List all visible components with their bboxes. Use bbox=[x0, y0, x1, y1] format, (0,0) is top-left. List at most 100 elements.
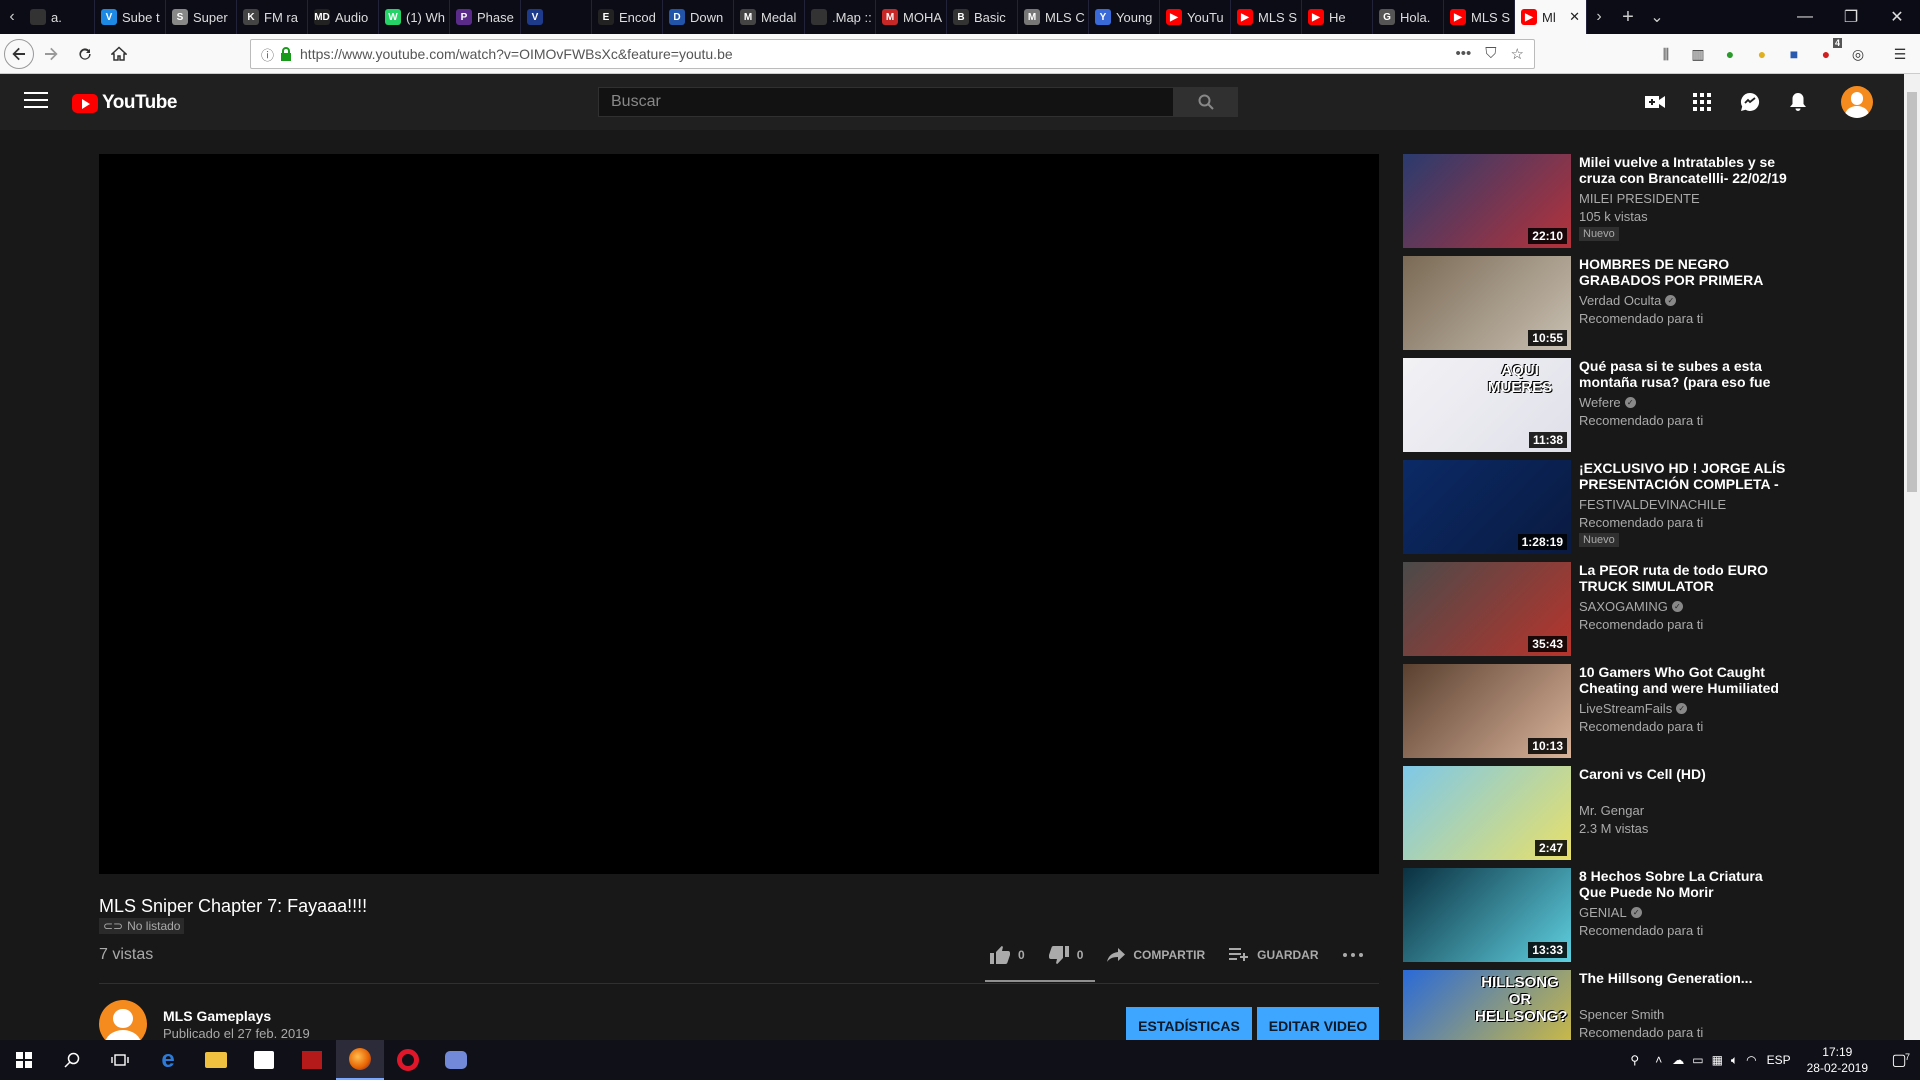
tray-chevron-icon[interactable]: ˄ bbox=[1655, 1053, 1662, 1067]
sidebar-icon[interactable]: ▥ bbox=[1688, 44, 1708, 64]
browser-tab[interactable]: MD Audio bbox=[308, 0, 379, 34]
people-icon[interactable]: ⚲ bbox=[1630, 1053, 1639, 1067]
menu-icon[interactable]: ☰ bbox=[1890, 44, 1910, 64]
restore-button[interactable]: ❐ bbox=[1828, 0, 1874, 34]
bookmark-star-icon[interactable]: ☆ bbox=[1511, 45, 1524, 63]
browser-tab[interactable]: M MLS C bbox=[1018, 0, 1089, 34]
close-window-button[interactable]: ✕ bbox=[1874, 0, 1920, 34]
recommended-video[interactable]: 13:33 8 Hechos Sobre La Criatura Que Pued… bbox=[1403, 868, 1883, 962]
recommended-channel[interactable]: Mr. Gengar bbox=[1579, 803, 1644, 818]
start-button[interactable] bbox=[0, 1040, 48, 1080]
recommended-title[interactable]: Qué pasa si te subes a esta montaña rusa… bbox=[1579, 358, 1789, 390]
library-icon[interactable]: ⫼ bbox=[1656, 44, 1676, 64]
youtube-logo[interactable]: YouTube bbox=[72, 92, 177, 114]
page-actions-icon[interactable]: ••• bbox=[1456, 45, 1472, 63]
back-button[interactable] bbox=[4, 38, 34, 69]
reload-button[interactable] bbox=[68, 37, 102, 71]
recommended-video[interactable]: 10:13 10 Gamers Who Got Caught Cheating a… bbox=[1403, 664, 1883, 758]
recommended-channel[interactable]: Spencer Smith bbox=[1579, 1007, 1664, 1022]
browser-tab[interactable]: .Map :: Mu bbox=[805, 0, 876, 34]
browser-tab[interactable]: V Sube t bbox=[95, 0, 166, 34]
video-thumbnail[interactable]: 10:55 bbox=[1403, 256, 1571, 350]
recommended-title[interactable]: HOMBRES DE NEGRO GRABADOS POR PRIMERA VE… bbox=[1579, 256, 1789, 290]
recommended-title[interactable]: Caroni vs Cell (HD) bbox=[1579, 766, 1789, 782]
apps-grid-icon[interactable] bbox=[1690, 90, 1714, 114]
firefox-app-button[interactable] bbox=[336, 1040, 384, 1080]
battery-icon[interactable]: ▭ bbox=[1692, 1053, 1703, 1067]
video-thumbnail[interactable]: 2:47 bbox=[1403, 766, 1571, 860]
taskbar-search-button[interactable] bbox=[48, 1040, 96, 1080]
browser-tab[interactable]: B Basic bbox=[947, 0, 1018, 34]
recommended-title[interactable]: 8 Hechos Sobre La Criatura Que Puede No … bbox=[1579, 868, 1789, 900]
video-thumbnail[interactable]: 10:13 bbox=[1403, 664, 1571, 758]
network-icon[interactable]: ▦ bbox=[1712, 1053, 1723, 1067]
browser-tab[interactable]: K FM ra bbox=[237, 0, 308, 34]
recommended-title[interactable]: 10 Gamers Who Got Caught Cheating and we… bbox=[1579, 664, 1789, 696]
action-center-button[interactable]: ▢ 7 bbox=[1878, 1040, 1920, 1080]
file-explorer-button[interactable] bbox=[192, 1040, 240, 1080]
browser-tab[interactable]: ▶ MLS S bbox=[1231, 0, 1302, 34]
recommended-channel[interactable]: Verdad Oculta ✓ bbox=[1579, 293, 1677, 308]
recommended-video[interactable]: 35:43 La PEOR ruta de todo EURO TRUCK SIM… bbox=[1403, 562, 1883, 656]
extension-blue-icon[interactable]: ■ bbox=[1784, 44, 1804, 64]
tabs-scroll-right-button[interactable]: › bbox=[1587, 0, 1611, 34]
edge-app-button[interactable]: e bbox=[144, 1040, 192, 1080]
video-thumbnail[interactable]: 1:28:19 bbox=[1403, 460, 1571, 554]
browser-tab[interactable]: G Hola. bbox=[1373, 0, 1444, 34]
close-tab-icon[interactable]: ✕ bbox=[1569, 9, 1580, 25]
recommended-channel[interactable]: LiveStreamFails ✓ bbox=[1579, 701, 1688, 716]
red-app-button[interactable] bbox=[288, 1040, 336, 1080]
recommended-title[interactable]: ¡EXCLUSIVO HD ! JORGE ALÍS PRESENTACIÓN … bbox=[1579, 460, 1789, 492]
tabs-scroll-left-button[interactable]: ‹ bbox=[0, 0, 24, 34]
save-button[interactable]: GUARDAR bbox=[1229, 948, 1319, 962]
home-button[interactable] bbox=[102, 37, 136, 71]
recommended-video[interactable]: 10:55 HOMBRES DE NEGRO GRABADOS POR PRIME… bbox=[1403, 256, 1883, 350]
extension-red-icon[interactable]: ● 4 bbox=[1816, 38, 1842, 64]
messages-icon[interactable] bbox=[1738, 90, 1762, 114]
store-app-button[interactable] bbox=[240, 1040, 288, 1080]
pocket-icon[interactable]: ⛉ bbox=[1485, 45, 1496, 63]
hamburger-menu-icon[interactable] bbox=[24, 92, 48, 112]
browser-tab[interactable]: ▶ YouTu bbox=[1160, 0, 1231, 34]
recommended-video[interactable]: AQUI MUERES 11:38 Qué pasa si te subes a e… bbox=[1403, 358, 1883, 452]
extension-circle-icon[interactable]: ◎ bbox=[1848, 44, 1868, 64]
language-indicator[interactable]: ESP bbox=[1767, 1053, 1791, 1067]
video-player[interactable] bbox=[99, 154, 1379, 874]
page-scrollbar[interactable] bbox=[1904, 74, 1920, 1040]
video-thumbnail[interactable]: HILLSONG OR HELLSONG? bbox=[1403, 970, 1571, 1040]
dislike-button[interactable]: 0 bbox=[1048, 946, 1083, 964]
onedrive-icon[interactable]: ☁ bbox=[1672, 1053, 1684, 1067]
extension-green-icon[interactable]: ● bbox=[1720, 44, 1740, 64]
browser-tab[interactable]: V bbox=[521, 0, 592, 34]
recommended-video[interactable]: 22:10 Milei vuelve a Intratables y se cru… bbox=[1403, 154, 1883, 248]
browser-tab[interactable]: M Medal bbox=[734, 0, 805, 34]
wifi-icon[interactable]: ◠ bbox=[1746, 1053, 1756, 1067]
user-avatar[interactable] bbox=[1841, 86, 1873, 118]
volume-icon[interactable]: 🔈︎ bbox=[1731, 1053, 1738, 1068]
browser-tab[interactable]: W (1) Wh bbox=[379, 0, 450, 34]
search-button[interactable] bbox=[1174, 87, 1238, 117]
browser-tab[interactable]: P Phase bbox=[450, 0, 521, 34]
browser-tab[interactable]: S Super bbox=[166, 0, 237, 34]
video-thumbnail[interactable]: 22:10 bbox=[1403, 154, 1571, 248]
scroll-thumb[interactable] bbox=[1907, 92, 1917, 492]
forward-button[interactable] bbox=[34, 37, 68, 71]
share-button[interactable]: COMPARTIR bbox=[1107, 948, 1205, 962]
notifications-bell-icon[interactable] bbox=[1786, 90, 1810, 114]
url-text[interactable]: https://www.youtube.com/watch?v=OIMOvFWB… bbox=[300, 46, 733, 62]
create-video-icon[interactable] bbox=[1643, 90, 1667, 114]
address-bar[interactable]: ⓘ https://www.youtube.com/watch?v=OIMOvF… bbox=[250, 39, 1535, 69]
video-thumbnail[interactable]: 35:43 bbox=[1403, 562, 1571, 656]
search-input[interactable] bbox=[598, 87, 1174, 117]
extension-yellow-icon[interactable]: ● bbox=[1752, 44, 1772, 64]
browser-tab[interactable]: Y Young bbox=[1089, 0, 1160, 34]
recommended-video[interactable]: HILLSONG OR HELLSONG? The Hillsong Genera… bbox=[1403, 970, 1883, 1040]
recommended-channel[interactable]: SAXOGAMING ✓ bbox=[1579, 599, 1683, 614]
channel-avatar[interactable] bbox=[99, 1000, 147, 1040]
recommended-channel[interactable]: GENIAL ✓ bbox=[1579, 905, 1642, 920]
statistics-button[interactable]: ESTADÍSTICAS bbox=[1126, 1007, 1252, 1040]
new-tab-button[interactable]: + bbox=[1611, 0, 1645, 34]
browser-tab[interactable]: M MOHA bbox=[876, 0, 947, 34]
like-button[interactable]: 0 bbox=[990, 946, 1025, 964]
discord-app-button[interactable] bbox=[432, 1040, 480, 1080]
